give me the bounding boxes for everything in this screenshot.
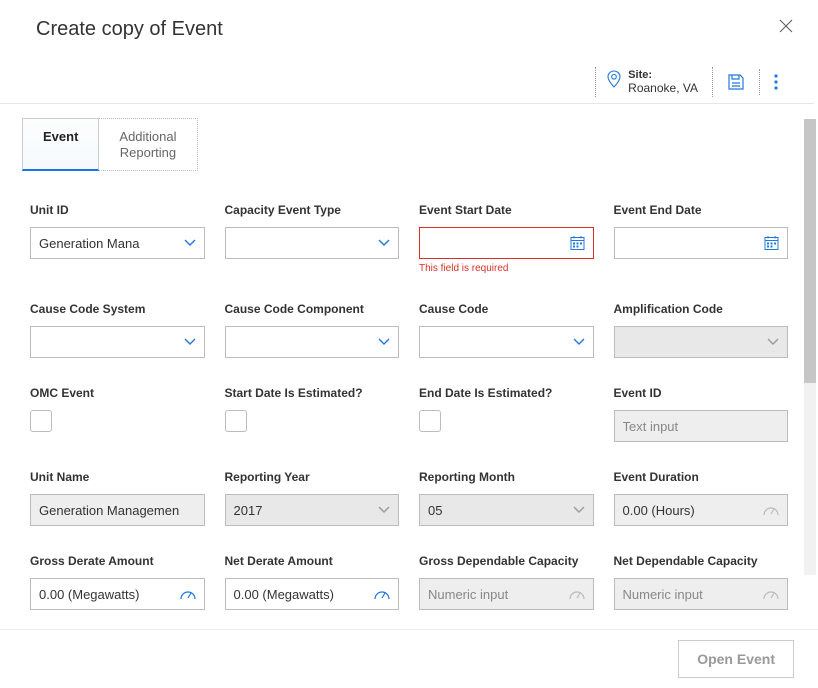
field-cause-code-system: Cause Code System [30, 302, 205, 358]
field-net-derate-amount: Net Derate Amount 0.00 (Megawatts) [225, 554, 400, 610]
field-unit-id: Unit ID Generation Mana [30, 203, 205, 274]
toolbar: Site: Roanoke, VA [0, 49, 814, 103]
field-gross-dependable-capacity: Gross Dependable Capacity Numeric input [419, 554, 594, 610]
chevron-down-icon [184, 338, 196, 346]
chevron-down-icon [378, 338, 390, 346]
scrollbar-thumb[interactable] [804, 119, 816, 383]
field-event-start-date: Event Start Date This field is required [419, 203, 594, 274]
gross-dependable-capacity-input: Numeric input [419, 578, 594, 610]
location-icon [606, 70, 622, 88]
tab-bar: Event Additional Reporting [22, 118, 814, 171]
calendar-icon [764, 236, 779, 251]
more-menu-button[interactable] [760, 70, 786, 94]
net-derate-input[interactable]: 0.00 (Megawatts) [225, 578, 400, 610]
create-copy-event-dialog: Create copy of Event Site: Roanoke, VA [0, 0, 818, 688]
field-unit-name: Unit Name Generation Managemen [30, 470, 205, 526]
field-event-duration: Event Duration 0.00 (Hours) [614, 470, 789, 526]
field-net-dependable-capacity: Net Dependable Capacity Numeric input [614, 554, 789, 610]
cause-code-system-select[interactable] [30, 326, 205, 358]
chevron-down-icon [573, 338, 585, 346]
event-start-date-input[interactable] [419, 227, 594, 259]
dialog-footer: Open Event [0, 629, 818, 688]
field-reporting-year: Reporting Year 2017 [225, 470, 400, 526]
omc-event-checkbox[interactable] [30, 410, 52, 432]
event-id-input: Text input [614, 410, 789, 442]
site-value: Roanoke, VA [628, 81, 698, 95]
field-event-id: Event ID Text input [614, 386, 789, 442]
close-button[interactable] [778, 18, 794, 34]
field-start-date-estimated: Start Date Is Estimated? [225, 386, 400, 442]
field-amplification-code: Amplification Code [614, 302, 789, 358]
close-icon [778, 18, 794, 34]
more-icon [774, 74, 778, 90]
chevron-down-icon [767, 338, 779, 346]
save-icon [727, 73, 745, 91]
gross-derate-input[interactable]: 0.00 (Megawatts) [30, 578, 205, 610]
site-selector[interactable]: Site: Roanoke, VA [595, 67, 713, 97]
event-end-date-input[interactable] [614, 227, 789, 259]
gauge-icon [180, 588, 196, 600]
field-gross-derate-amount: Gross Derate Amount 0.00 (Megawatts) [30, 554, 205, 610]
amplification-code-select [614, 326, 789, 358]
field-end-date-estimated: End Date Is Estimated? [419, 386, 594, 442]
scrollbar[interactable] [804, 119, 816, 575]
field-cause-code: Cause Code [419, 302, 594, 358]
field-event-end-date: Event End Date [614, 203, 789, 274]
capacity-event-type-select[interactable] [225, 227, 400, 259]
dialog-title: Create copy of Event [36, 18, 223, 41]
net-dependable-capacity-input: Numeric input [614, 578, 789, 610]
dialog-header: Create copy of Event [0, 0, 818, 49]
field-reporting-month: Reporting Month 05 [419, 470, 594, 526]
start-date-estimated-checkbox[interactable] [225, 410, 247, 432]
gauge-icon [569, 588, 585, 600]
field-omc-event: OMC Event [30, 386, 205, 442]
open-event-button[interactable]: Open Event [678, 640, 794, 678]
calendar-icon [570, 236, 585, 251]
gauge-icon [763, 588, 779, 600]
cause-code-component-select[interactable] [225, 326, 400, 358]
chevron-down-icon [378, 239, 390, 247]
gauge-icon [763, 504, 779, 516]
gauge-icon [374, 588, 390, 600]
cause-code-select[interactable] [419, 326, 594, 358]
tab-additional-reporting[interactable]: Additional Reporting [99, 118, 197, 171]
site-label: Site: [628, 69, 698, 81]
reporting-month-select: 05 [419, 494, 594, 526]
field-capacity-event-type: Capacity Event Type [225, 203, 400, 274]
field-cause-code-component: Cause Code Component [225, 302, 400, 358]
save-button[interactable] [713, 69, 760, 95]
form-grid: Unit ID Generation Mana Capacity Event T… [0, 171, 814, 629]
reporting-year-select: 2017 [225, 494, 400, 526]
error-text: This field is required [419, 263, 594, 274]
event-duration-input: 0.00 (Hours) [614, 494, 789, 526]
end-date-estimated-checkbox[interactable] [419, 410, 441, 432]
tab-event[interactable]: Event [22, 118, 99, 171]
unit-name-input: Generation Managemen [30, 494, 205, 526]
form-scroll-area[interactable]: Site: Roanoke, VA Event [0, 49, 818, 629]
unit-id-select[interactable]: Generation Mana [30, 227, 205, 259]
